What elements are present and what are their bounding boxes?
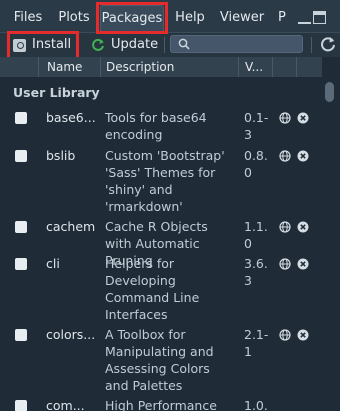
package-version: 3.6.3 [244, 256, 268, 288]
package-row: bslib Custom 'Bootstrap' 'Sass' Themes f… [0, 147, 322, 215]
update-icon [92, 38, 104, 51]
install-icon [13, 38, 26, 52]
package-checkbox[interactable] [15, 150, 27, 162]
package-description: Custom 'Bootstrap' 'Sass' Themes for 'sh… [105, 148, 225, 214]
tab-packages[interactable]: Packages [100, 5, 164, 31]
header-version[interactable]: V... [238, 57, 272, 77]
package-description: Tools for base64 encoding [105, 110, 207, 142]
package-search-input[interactable] [170, 35, 303, 53]
package-name-link[interactable]: cli [46, 255, 100, 272]
package-version: 1.1.0 [244, 219, 268, 251]
user-library-heading: User Library [13, 85, 100, 100]
package-description: A Toolbox for Manipulating and Assessing… [105, 327, 214, 393]
package-row: cli Helpers for Developing Command Line … [0, 255, 322, 323]
tab-presentation[interactable]: P [273, 5, 289, 31]
package-description: Helpers for Developing Command Line Inte… [105, 256, 200, 322]
package-name-link[interactable]: cachem [46, 218, 100, 235]
remove-package-icon[interactable] [297, 329, 309, 341]
package-checkbox[interactable] [15, 329, 27, 341]
package-row: com... High Performance 1.0.1 [0, 397, 322, 411]
package-table-header: Name Description V... [0, 57, 322, 77]
refresh-icon[interactable] [320, 36, 336, 52]
remove-package-icon[interactable] [297, 112, 309, 124]
remove-package-icon[interactable] [297, 258, 309, 270]
globe-icon[interactable] [279, 329, 291, 341]
package-version: 0.1-3 [244, 110, 269, 142]
package-row: base6... Tools for base64 encoding 0.1-3 [0, 109, 322, 143]
remove-package-icon[interactable] [297, 150, 309, 162]
packages-toolbar: Install Update [0, 33, 340, 57]
globe-icon[interactable] [279, 112, 291, 124]
remove-package-icon[interactable] [297, 221, 309, 233]
package-name-link[interactable]: base6... [46, 109, 100, 126]
tab-viewer[interactable]: Viewer [218, 5, 266, 31]
update-button[interactable]: Update [91, 35, 158, 55]
tab-plots[interactable]: Plots [54, 5, 94, 31]
install-button[interactable]: Install [13, 35, 71, 55]
package-name-link[interactable]: colors... [46, 326, 100, 343]
globe-icon[interactable] [279, 221, 291, 233]
header-website-column [272, 57, 296, 77]
search-icon [178, 38, 190, 50]
minimize-pane-icon[interactable] [298, 11, 311, 24]
toolbar-divider [164, 37, 165, 53]
pane-tab-bar: Files Plots Packages Help Viewer P [0, 0, 340, 33]
package-checkbox[interactable] [15, 112, 27, 124]
package-checkbox[interactable] [15, 221, 27, 233]
scrollbar-thumb[interactable] [325, 82, 334, 102]
header-name[interactable]: Name [38, 57, 100, 77]
package-description: High Performance [105, 398, 217, 411]
install-label: Install [32, 37, 72, 52]
header-remove-column [296, 57, 322, 77]
globe-icon[interactable] [279, 150, 291, 162]
package-checkbox[interactable] [15, 258, 27, 270]
tab-files[interactable]: Files [9, 5, 47, 31]
header-description[interactable]: Description [100, 57, 238, 77]
header-checkbox-column [0, 57, 38, 77]
scrollbar-track[interactable] [322, 57, 340, 411]
package-checkbox[interactable] [15, 400, 27, 411]
package-name-link[interactable]: bslib [46, 147, 100, 164]
package-version: 2.1-1 [244, 327, 269, 359]
package-row: cachem Cache R Objects with Automatic Pr… [0, 218, 322, 268]
package-version: 0.8.0 [244, 148, 268, 180]
globe-icon[interactable] [279, 258, 291, 270]
tab-help[interactable]: Help [170, 5, 210, 31]
toolbar-divider [311, 37, 312, 53]
package-version: 1.0.1 [244, 398, 268, 411]
update-label: Update [111, 37, 159, 52]
maximize-pane-icon[interactable] [313, 11, 326, 24]
package-row: colors... A Toolbox for Manipulating and… [0, 326, 322, 394]
package-name-link[interactable]: com... [46, 397, 100, 411]
